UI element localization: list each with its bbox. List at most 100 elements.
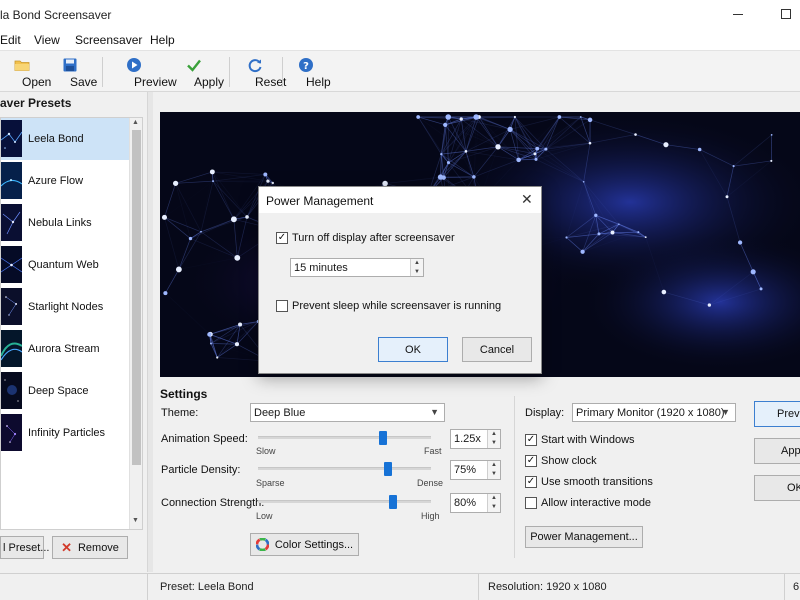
connection-strength-track[interactable] [258,500,431,503]
smooth-transitions-label: Use smooth transitions [541,476,653,488]
particle-density-max-label: Dense [417,478,444,488]
preset-item-deep-space[interactable]: Deep Space [1,370,129,412]
help-button[interactable]: ? Help [292,53,331,91]
scroll-thumb[interactable] [132,130,141,465]
display-label: Display: [525,407,565,419]
start-with-windows-checkbox[interactable]: ✓ [525,434,537,446]
animation-speed-min-label: Slow [256,446,276,456]
power-management-dialog: Power Management ✕ ✓ Turn off display af… [258,186,542,374]
minimize-icon[interactable] [733,14,743,15]
animation-speed-spinbox[interactable]: 1.25x ▲ ▼ [450,429,501,449]
preset-thumbnail [1,246,22,283]
preset-list: Leela Bond Azure Flow Nebula Links Quant… [0,117,143,530]
spin-arrows-icon[interactable]: ▲ ▼ [487,461,500,479]
display-dropdown[interactable]: Primary Monitor (1920 x 1080) ▼ [572,403,736,422]
prevent-sleep-label: Prevent sleep while screensaver is runni… [292,300,502,312]
prevent-sleep-checkbox[interactable] [276,300,288,312]
panel-divider[interactable] [147,92,153,572]
chevron-down-icon: ▼ [721,407,730,417]
animation-speed-slider[interactable] [378,431,387,445]
preset-thumbnail [1,372,22,409]
preset-item-starlight-nodes[interactable]: Starlight Nodes [1,286,129,328]
interactive-mode-checkbox[interactable] [525,497,537,509]
theme-label: Theme: [161,407,199,419]
preset-thumbnail [1,204,22,241]
animation-speed-track[interactable] [258,436,431,439]
floppy-disk-icon [63,58,77,72]
open-button[interactable]: Open [6,53,51,91]
help-icon: ? [299,58,313,72]
particle-density-min-label: Sparse [256,478,285,488]
connection-strength-max-label: High [421,511,440,521]
preset-item-infinity-particles[interactable]: Infinity Particles [1,412,129,454]
toolbar-separator [282,57,283,87]
menu-screensaver[interactable]: Screensaver [75,33,142,47]
dialog-ok-button[interactable]: OK [378,337,448,362]
turn-off-display-label: Turn off display after screensaver [292,232,455,244]
status-separator [147,574,148,600]
theme-dropdown[interactable]: Deep Blue ▼ [250,403,445,422]
close-icon[interactable]: ✕ [521,191,533,208]
status-separator [784,574,785,600]
scroll-down-icon[interactable]: ▼ [132,517,139,524]
status-separator [478,574,479,600]
dialog-cancel-button[interactable]: Cancel [462,337,532,362]
check-icon: ✓ [526,434,536,445]
preset-item-nebula-links[interactable]: Nebula Links [1,202,129,244]
preset-item-leela-bond[interactable]: Leela Bond [1,118,129,160]
preview-button[interactable]: Preview [112,53,177,91]
menu-help[interactable]: Help [150,33,175,47]
settings-divider [514,396,515,558]
preset-list-scrollbar[interactable]: ▲ ▼ [129,118,142,529]
preset-item-azure-flow[interactable]: Azure Flow [1,160,129,202]
particle-density-spinbox[interactable]: 75% ▲ ▼ [450,460,501,480]
reset-button[interactable]: Reset [239,53,286,91]
start-with-windows-label: Start with Windows [541,434,635,446]
menu-view[interactable]: View [34,33,60,47]
display-timeout-spinbox[interactable]: 15 minutes ▲ ▼ [290,258,424,277]
preset-item-aurora-stream[interactable]: Aurora Stream [1,328,129,370]
apply-button[interactable]: Apply [178,53,224,91]
show-clock-label: Show clock [541,455,597,467]
ok-side-button[interactable]: OK [754,475,800,501]
apply-side-button[interactable]: App [754,438,800,464]
particle-density-track[interactable] [258,467,431,470]
spin-arrows-icon[interactable]: ▲ ▼ [410,259,423,276]
toolbar-separator [229,57,230,87]
status-resolution: Resolution: 1920 x 1080 [488,581,607,593]
connection-strength-min-label: Low [256,511,273,521]
chevron-down-icon: ▼ [430,407,439,417]
status-extra: 6 [793,581,800,593]
presets-header: aver Presets [0,96,72,110]
settings-header: Settings [160,387,208,401]
turn-off-display-checkbox[interactable]: ✓ [276,232,288,244]
color-settings-button[interactable]: Color Settings... [250,533,359,556]
power-management-button[interactable]: Power Management... [525,526,643,548]
preset-item-quantum-web[interactable]: Quantum Web [1,244,129,286]
interactive-mode-label: Allow interactive mode [541,497,652,509]
connection-strength-label: Connection Strength: [161,497,265,509]
check-icon: ✓ [277,232,287,243]
particle-density-slider[interactable] [383,462,392,476]
scroll-up-icon[interactable]: ▲ [132,119,139,126]
add-preset-button[interactable]: l Preset... [0,536,49,559]
connection-strength-slider[interactable] [388,495,397,509]
show-clock-checkbox[interactable]: ✓ [525,455,537,467]
save-button[interactable]: Save [55,53,97,91]
preset-thumbnail [1,120,22,157]
play-icon [127,58,141,72]
preview-side-button[interactable]: Previ [754,401,800,427]
preset-thumbnail [1,414,22,451]
maximize-icon[interactable] [781,9,791,19]
connection-strength-spinbox[interactable]: 80% ▲ ▼ [450,493,501,513]
check-icon: ✓ [526,455,536,466]
spin-arrows-icon[interactable]: ▲ ▼ [487,430,500,448]
menu-bar: Edit View Screensaver Help [0,30,800,50]
preset-thumbnail [1,162,22,199]
spin-arrows-icon[interactable]: ▲ ▼ [487,494,500,512]
smooth-transitions-checkbox[interactable]: ✓ [525,476,537,488]
dialog-title-bar: Power Management ✕ [259,187,541,213]
remove-preset-button[interactable]: ✕ Remove [52,536,128,559]
menu-edit[interactable]: Edit [0,33,21,47]
status-preset: Preset: Leela Bond [160,581,254,593]
